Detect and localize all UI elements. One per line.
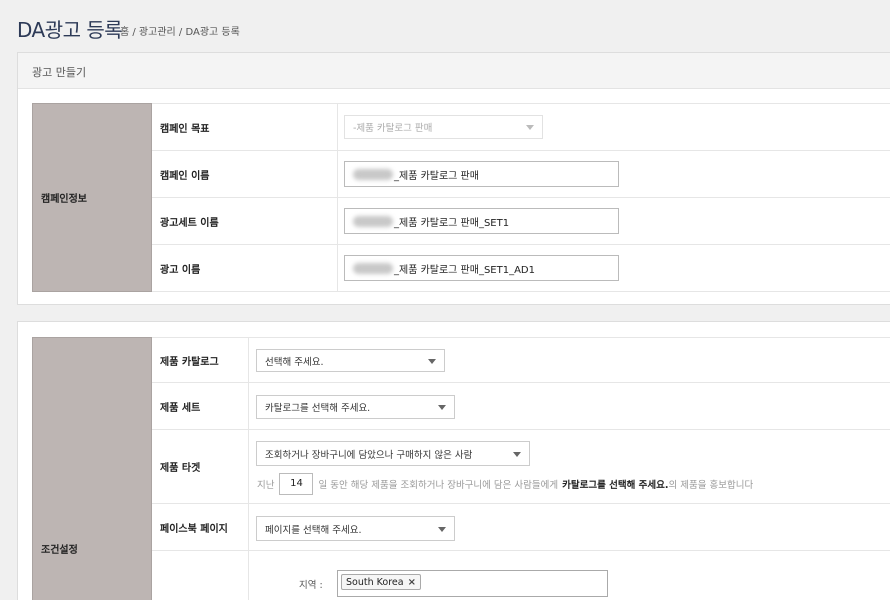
row-divider [152, 337, 890, 338]
chevron-down-icon [526, 125, 534, 130]
close-icon[interactable]: × [408, 577, 416, 588]
label-product-set: 제품 세트 [152, 383, 249, 430]
row-divider [249, 382, 890, 383]
row-divider [338, 197, 890, 198]
product-target-value: 조회하거나 장바구니에 담았으나 구매하지 않은 사람 [265, 449, 473, 461]
campaign-goal-select[interactable]: -제품 카탈로그 판매 [344, 115, 543, 139]
product-target-select[interactable]: 조회하거나 장바구니에 담았으나 구매하지 않은 사람 [256, 441, 530, 466]
product-catalog-value: 선택해 주세요. [265, 356, 324, 368]
row-divider [249, 550, 890, 551]
row-divider [338, 150, 890, 151]
ad-name-value: _제품 카탈로그 판매_SET1_AD1 [394, 264, 535, 276]
chevron-down-icon [428, 358, 436, 364]
adset-name-input[interactable]: _제품 카탈로그 판매_SET1 [344, 208, 619, 234]
campaign-goal-value: -제품 카탈로그 판매 [353, 123, 433, 134]
page-title: DA광고 등록 [17, 18, 123, 42]
region-tag-label: South Korea [346, 576, 404, 588]
row-divider [152, 291, 890, 292]
hint-suffix: 의 제품을 홍보합니다 [668, 480, 754, 491]
label-product-catalog: 제품 카탈로그 [152, 338, 249, 383]
label-campaign-goal: 캠페인 목표 [152, 104, 338, 151]
region-label: 지역 : [299, 580, 323, 591]
product-catalog-select[interactable]: 선택해 주세요. [256, 349, 445, 372]
ad-name-input[interactable]: _제품 카탈로그 판매_SET1_AD1 [344, 255, 619, 281]
row-divider [249, 503, 890, 504]
hint-prefix: 지난 [257, 480, 275, 491]
page-header: DA광고 등록 홈 / 광고관리 / DA광고 등록 [0, 0, 890, 52]
redacted-text [353, 262, 393, 274]
chevron-down-icon [438, 405, 446, 410]
region-tag: South Korea × [341, 574, 421, 590]
label-adset-name: 광고세트 이름 [152, 198, 338, 245]
label-campaign-name: 캠페인 이름 [152, 151, 338, 198]
section-label-condition: 조건설정 [32, 337, 152, 600]
campaign-name-input[interactable]: _제품 카탈로그 판매 [344, 161, 619, 187]
product-set-select[interactable]: 카탈로그를 선택해 주세요. [256, 395, 455, 419]
facebook-page-select[interactable]: 페이지를 선택해 주세요. [256, 516, 455, 541]
campaign-name-value: _제품 카탈로그 판매 [394, 170, 479, 182]
hint-strong: 카탈로그를 선택해 주세요. [562, 480, 669, 491]
adset-name-value: _제품 카탈로그 판매_SET1 [394, 217, 510, 229]
label-facebook-page: 페이스북 페이지 [152, 504, 249, 551]
breadcrumb: 홈 / 광고관리 / DA광고 등록 [120, 27, 240, 38]
row-divider [249, 429, 890, 430]
days-input[interactable]: 14 [279, 473, 314, 495]
redacted-text [353, 168, 393, 180]
redacted-text [353, 215, 393, 227]
target-hint: 지난 14 일 동안 해당 제품을 조회하거나 장바구니에 담은 사람들에게 카… [257, 473, 753, 495]
label-product-target: 제품 타겟 [152, 430, 249, 504]
product-set-value: 카탈로그를 선택해 주세요. [265, 403, 371, 414]
chevron-down-icon [438, 526, 446, 532]
region-input[interactable]: South Korea × [337, 570, 608, 597]
row-divider [338, 244, 890, 245]
chevron-down-icon [513, 451, 521, 457]
facebook-page-value: 페이지를 선택해 주세요. [265, 524, 362, 536]
hint-middle: 일 동안 해당 제품을 조회하거나 장바구니에 담은 사람들에게 [318, 480, 559, 491]
section-label-campaign: 캠페인정보 [32, 103, 152, 292]
label-ad-name: 광고 이름 [152, 245, 338, 291]
panel-heading: 광고 만들기 [18, 53, 890, 89]
